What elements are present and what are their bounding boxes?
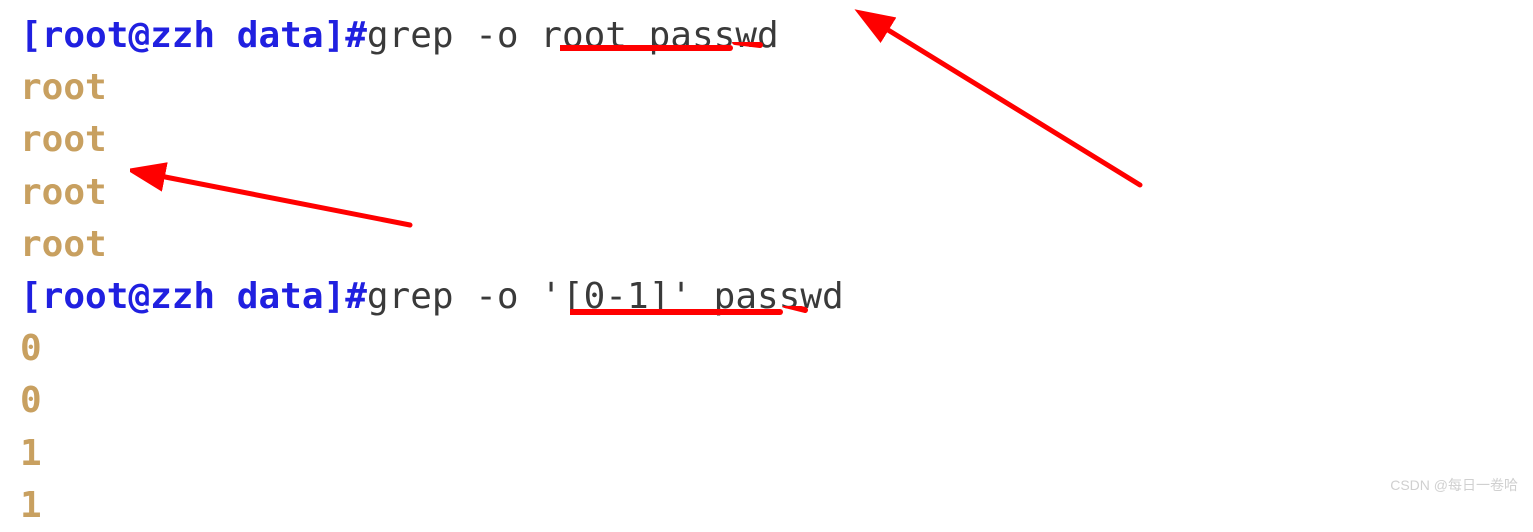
prompt-line-1: [root@zzh data]#grep -o root passwd <box>20 10 1513 62</box>
prompt-at-2: @ <box>128 276 150 317</box>
output-line: root <box>20 167 1513 219</box>
prompt-line-2: [root@zzh data]#grep -o '[0-1]' passwd <box>20 271 1513 323</box>
output-num-1: 0 <box>20 328 42 369</box>
output-num-3: 1 <box>20 433 42 474</box>
output-root-1: root <box>20 67 107 108</box>
prompt-host-2: zzh <box>150 276 215 317</box>
watermark: CSDN @每日一卷哈 <box>1390 475 1518 495</box>
prompt-space-1 <box>215 15 237 56</box>
prompt-dir-2: data <box>237 276 324 317</box>
prompt-dir-1: data <box>237 15 324 56</box>
output-line: root <box>20 219 1513 271</box>
prompt-close-2: ] <box>324 276 346 317</box>
output-line: 0 <box>20 375 1513 427</box>
prompt-hash-2: # <box>345 276 367 317</box>
prompt-open-2: [ <box>20 276 42 317</box>
output-line: 1 <box>20 480 1513 532</box>
output-root-4: root <box>20 224 107 265</box>
output-num-4: 1 <box>20 485 42 526</box>
prompt-open-1: [ <box>20 15 42 56</box>
prompt-user-2: root <box>42 276 129 317</box>
output-root-2: root <box>20 119 107 160</box>
output-num-2: 0 <box>20 380 42 421</box>
prompt-at-1: @ <box>128 15 150 56</box>
prompt-host-1: zzh <box>150 15 215 56</box>
command-1: grep -o root passwd <box>367 15 779 56</box>
output-line: 1 <box>20 428 1513 480</box>
prompt-user-1: root <box>42 15 129 56</box>
output-root-3: root <box>20 172 107 213</box>
output-line: root <box>20 114 1513 166</box>
output-line: 0 <box>20 323 1513 375</box>
output-line: root <box>20 62 1513 114</box>
prompt-hash-1: # <box>345 15 367 56</box>
command-2: grep -o '[0-1]' passwd <box>367 276 844 317</box>
prompt-close-1: ] <box>324 15 346 56</box>
prompt-space-2 <box>215 276 237 317</box>
